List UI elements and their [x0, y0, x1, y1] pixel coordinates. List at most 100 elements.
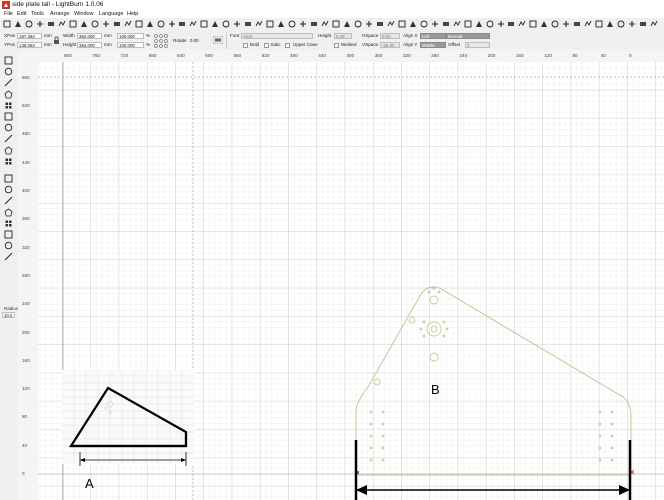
polygon-icon[interactable] [4, 101, 13, 110]
align-left-icon[interactable] [244, 20, 252, 28]
offset-icon[interactable] [4, 185, 13, 194]
undo-icon[interactable] [58, 20, 66, 28]
circular-array-icon[interactable] [4, 241, 13, 250]
laser-icon[interactable] [617, 20, 625, 28]
zoom-out-icon[interactable] [157, 20, 165, 28]
scale-height-field[interactable]: 100.000 [117, 42, 144, 48]
save-as-icon[interactable] [36, 20, 44, 28]
offset-field[interactable]: 0 [465, 42, 490, 48]
dock-top-icon[interactable] [354, 20, 362, 28]
align-center-icon[interactable] [255, 20, 263, 28]
grid-icon[interactable] [4, 230, 13, 239]
upper-case-checkbox[interactable] [285, 43, 290, 48]
flip-h-icon[interactable] [387, 20, 395, 28]
align-middle-icon[interactable] [288, 20, 296, 28]
menu-help[interactable]: Help [127, 11, 138, 17]
paste-icon[interactable] [113, 20, 121, 28]
dock-bottom-icon[interactable] [365, 20, 373, 28]
boolean-intersect-icon[interactable] [464, 20, 472, 28]
delete-icon[interactable] [80, 20, 88, 28]
start-from-icon[interactable] [595, 20, 603, 28]
zoom-to-frame-icon[interactable] [168, 20, 176, 28]
trace-icon[interactable] [4, 174, 13, 183]
workspace-canvas[interactable]: B A [38, 62, 664, 500]
gear-icon[interactable] [200, 20, 208, 28]
ellipse-icon[interactable] [4, 90, 13, 99]
menu-file[interactable]: File [4, 11, 13, 17]
wrench-icon[interactable] [211, 20, 219, 28]
menu-language[interactable]: Language [99, 11, 123, 17]
font-height-field[interactable]: 5.48 [334, 33, 352, 39]
offset-icon[interactable] [507, 20, 515, 28]
italic-checkbox[interactable] [264, 43, 269, 48]
height-field[interactable]: 384.000 [77, 42, 102, 48]
width-field[interactable]: 382.000 [77, 33, 102, 39]
workspace-svg[interactable]: B A [38, 62, 664, 500]
xpos-field[interactable]: 187.384 [17, 33, 42, 39]
trim-icon[interactable] [529, 20, 537, 28]
grid-array-icon[interactable] [486, 20, 494, 28]
text-style-select[interactable]: Normal [446, 33, 490, 39]
tab-icon[interactable] [540, 20, 548, 28]
machine-icon[interactable] [606, 20, 614, 28]
distribute-h-icon[interactable] [310, 20, 318, 28]
align-y-icon[interactable] [650, 20, 658, 28]
copy-icon[interactable] [91, 20, 99, 28]
move-icon[interactable] [135, 20, 143, 28]
position-laser-icon[interactable] [4, 146, 13, 155]
ypos-field[interactable]: 136.063 [17, 42, 42, 48]
save-icon[interactable] [25, 20, 33, 28]
align-x-select[interactable]: Left [420, 33, 446, 39]
array-icon[interactable] [475, 20, 483, 28]
menu-edit[interactable]: Edit [17, 11, 26, 17]
menu-arrange[interactable]: Arrange [50, 11, 70, 17]
zoom-in-icon[interactable] [146, 20, 154, 28]
mirror-icon[interactable] [420, 20, 428, 28]
menu-tools[interactable]: Tools [31, 11, 44, 17]
radius-field[interactable]: 10.0 [2, 312, 15, 318]
rectangle-icon[interactable] [4, 78, 13, 87]
array-icon[interactable] [4, 219, 13, 228]
vspace-field[interactable]: -25.00 [380, 42, 400, 48]
align-x-icon[interactable] [639, 20, 647, 28]
menu-window[interactable]: Window [74, 11, 94, 17]
rotate-icon[interactable] [409, 20, 417, 28]
corner-icon[interactable] [4, 252, 13, 261]
console-icon[interactable] [628, 20, 636, 28]
align-right-icon[interactable] [266, 20, 274, 28]
boolean-subtract-icon[interactable] [453, 20, 461, 28]
new-file-icon[interactable] [3, 20, 11, 28]
edit-nodes-icon[interactable] [4, 67, 13, 76]
print-icon[interactable] [47, 20, 55, 28]
ungroup-icon[interactable] [233, 20, 241, 28]
align-bottom-icon[interactable] [299, 20, 307, 28]
anchor-grid-icon[interactable] [153, 33, 169, 48]
bounding-box-icon[interactable] [584, 20, 592, 28]
rounded-rect-icon[interactable] [4, 123, 13, 132]
arrange-icon[interactable] [376, 20, 384, 28]
camera-icon[interactable] [189, 20, 197, 28]
align-top-icon[interactable] [277, 20, 285, 28]
dock-right-icon[interactable] [343, 20, 351, 28]
distribute-v-icon[interactable] [321, 20, 329, 28]
font-select[interactable]: Arial [241, 33, 313, 39]
cut-icon[interactable] [102, 20, 110, 28]
hspace-field[interactable]: 0.00 [380, 33, 400, 39]
align-y-select[interactable]: Middle [420, 42, 446, 48]
weld-icon[interactable] [4, 196, 13, 205]
flip-v-icon[interactable] [398, 20, 406, 28]
preview-icon[interactable] [562, 20, 570, 28]
dock-left-icon[interactable] [332, 20, 340, 28]
boolean-union-icon[interactable] [442, 20, 450, 28]
zoom-selection-icon[interactable] [178, 20, 186, 28]
weld-icon[interactable] [431, 20, 439, 28]
redo-icon[interactable] [69, 20, 77, 28]
boolean-icon[interactable] [4, 208, 13, 217]
rotate-field[interactable]: 0.00 [188, 37, 206, 43]
line-icon[interactable] [4, 112, 13, 121]
bold-checkbox[interactable] [243, 43, 248, 48]
scale-width-field[interactable]: 100.000 [117, 33, 144, 39]
measure-icon[interactable] [4, 157, 13, 166]
import-icon[interactable] [124, 20, 132, 28]
measure-icon[interactable] [551, 20, 559, 28]
